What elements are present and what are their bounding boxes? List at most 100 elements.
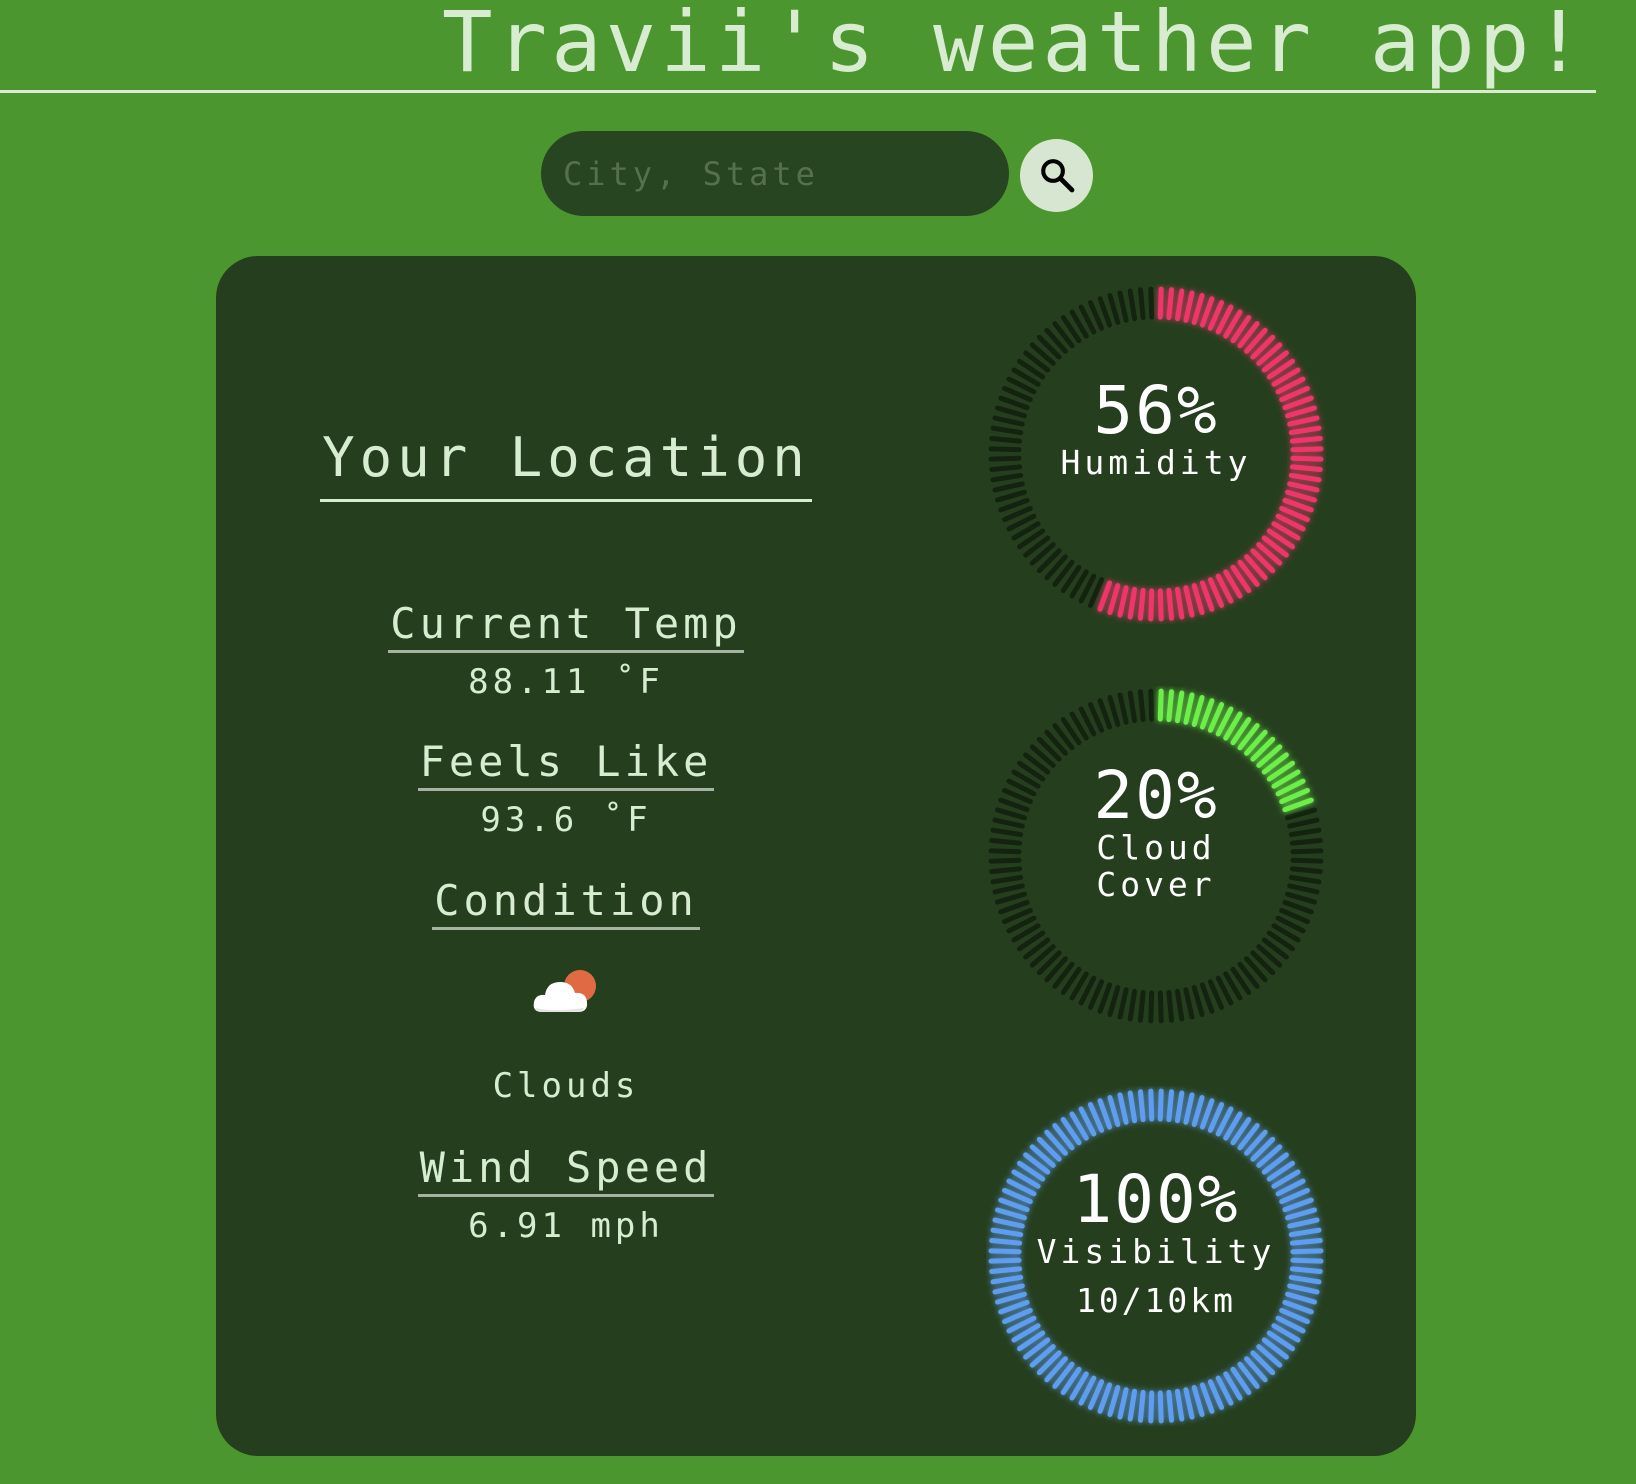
cloud-sun-icon (533, 970, 596, 1012)
gauge-tick-filled (1097, 1098, 1113, 1130)
wind-speed-value: 6.91 mph (468, 1206, 664, 1246)
condition-text: Clouds (492, 1066, 640, 1106)
gauge-tick-filled (1191, 583, 1205, 615)
gauge-tick-empty (998, 497, 1030, 513)
gauge-tick-filled (1117, 585, 1129, 618)
gauge-tick-filled (1107, 583, 1121, 615)
gauge-tick-filled (1157, 1390, 1164, 1424)
gauge-tick-filled (1137, 1089, 1146, 1123)
gauge-tick-empty (1199, 982, 1215, 1014)
current-temp-label: Current Temp (216, 600, 916, 654)
gauge-tick-filled (1199, 1098, 1215, 1130)
gauge-tick-empty (1191, 985, 1205, 1017)
feels-like-label: Feels Like (216, 738, 916, 792)
gauge-tick-filled (1127, 586, 1138, 620)
gauge-tick-empty (1107, 293, 1121, 325)
gauge-tick-filled (1127, 1388, 1138, 1422)
gauge-tick-empty (1137, 689, 1146, 723)
gauge-tick-filled (1199, 698, 1215, 730)
search-icon (1041, 159, 1075, 193)
gauge-tick-filled (1174, 690, 1185, 724)
gauge-tick-filled (1157, 588, 1164, 622)
gauge-tick-filled (1148, 588, 1155, 622)
gauge-tick-filled (1097, 1382, 1113, 1414)
gauge-tick-empty (1097, 982, 1113, 1014)
city-search-input[interactable] (541, 131, 1009, 216)
gauge-tick-filled (1174, 1090, 1185, 1124)
gauge-tick-empty (1097, 296, 1113, 328)
gauge-tick-filled (1166, 587, 1175, 621)
gauge-tick-filled (1137, 587, 1146, 621)
gauge-tick-filled (1166, 287, 1175, 321)
gauge-tick-filled (1157, 286, 1164, 320)
gauge-tick-filled (1191, 293, 1205, 325)
gauge-tick-filled (1191, 695, 1205, 727)
visibility-label: Visibility (1036, 1232, 1276, 1272)
gauge-tick-filled (1148, 1088, 1155, 1122)
location-title: Your Location (216, 426, 916, 502)
gauge-tick-empty (998, 899, 1030, 915)
cloud-cover-value: 20% (1093, 757, 1219, 834)
humidity-value: 56% (1093, 372, 1219, 449)
humidity-gauge: 56% Humidity (896, 284, 1416, 624)
gauge-tick-empty (995, 489, 1027, 503)
gauge-tick-empty (992, 481, 1025, 493)
gauge-tick-filled (1174, 586, 1185, 620)
gauge-tick-filled (1107, 1385, 1121, 1417)
gauge-tick-filled (1166, 689, 1175, 723)
cloud-cover-label-line2: Cover (1096, 864, 1216, 904)
gauge-tick-filled (1166, 1389, 1175, 1423)
gauge-tick-filled (1157, 1088, 1164, 1122)
search-bar (541, 131, 1093, 217)
gauge-tick-empty (1117, 987, 1129, 1020)
gauge-tick-filled (1117, 1092, 1129, 1125)
gauge-tick-empty (1107, 695, 1121, 727)
gauge-tick-empty (1166, 989, 1175, 1023)
condition-label: Condition (216, 877, 916, 931)
gauge-tick-filled (1285, 489, 1317, 503)
visibility-distance: 10/10km (1075, 1280, 1237, 1320)
gauge-tick-filled (1183, 290, 1195, 323)
gauges-panel: 56% Humidity 20% Cloud Cover 100% Visibi… (896, 256, 1416, 1456)
gauge-tick-filled (1174, 1388, 1185, 1422)
humidity-readout: 56% Humidity (896, 376, 1416, 482)
feels-like-label-text: Feels Like (417, 738, 715, 792)
gauge-tick-filled (1174, 288, 1185, 322)
visibility-readout: 100% Visibility 10/10km (896, 1165, 1416, 1319)
gauge-tick-empty (1282, 899, 1314, 915)
gauge-tick-filled (1137, 1389, 1146, 1423)
gauge-tick-filled (1183, 1387, 1195, 1420)
current-temp-label-text: Current Temp (388, 600, 744, 654)
gauge-tick-filled (1199, 1382, 1215, 1414)
gauge-tick-filled (1117, 1387, 1129, 1420)
gauge-tick-filled (1183, 692, 1195, 725)
visibility-gauge: 100% Visibility 10/10km (896, 1086, 1416, 1426)
gauge-tick-empty (1174, 988, 1185, 1022)
location-title-text: Your Location (320, 426, 812, 502)
gauge-tick-filled (1183, 585, 1195, 618)
gauge-tick-filled (1199, 580, 1215, 612)
gauge-tick-empty (1127, 988, 1138, 1022)
gauge-tick-empty (1127, 288, 1138, 322)
visibility-value: 100% (1072, 1161, 1240, 1238)
gauge-tick-empty (1097, 698, 1113, 730)
search-button[interactable] (1020, 139, 1093, 212)
gauge-tick-filled (1287, 481, 1320, 493)
cloud-cover-readout: 20% Cloud Cover (896, 761, 1416, 903)
gauge-tick-empty (1107, 985, 1121, 1017)
gauge-tick-filled (1148, 1390, 1155, 1424)
gauge-tick-filled (1282, 497, 1314, 513)
gauge-tick-empty (1157, 990, 1164, 1024)
condition-label-text: Condition (432, 877, 700, 931)
gauge-tick-filled (1157, 688, 1164, 722)
humidity-label: Humidity (1060, 443, 1252, 483)
cloud-cover-label-line1: Cloud (1096, 828, 1216, 868)
gauge-tick-filled (1166, 1089, 1175, 1123)
gauge-tick-filled (1107, 1095, 1121, 1127)
gauge-tick-filled (1199, 296, 1215, 328)
cloud-cover-gauge: 20% Cloud Cover (896, 686, 1416, 1026)
gauge-tick-empty (1183, 987, 1195, 1020)
app-title: Travii's weather app! (441, 0, 1588, 91)
gauge-tick-filled (1191, 1385, 1205, 1417)
gauge-tick-empty (1137, 989, 1146, 1023)
